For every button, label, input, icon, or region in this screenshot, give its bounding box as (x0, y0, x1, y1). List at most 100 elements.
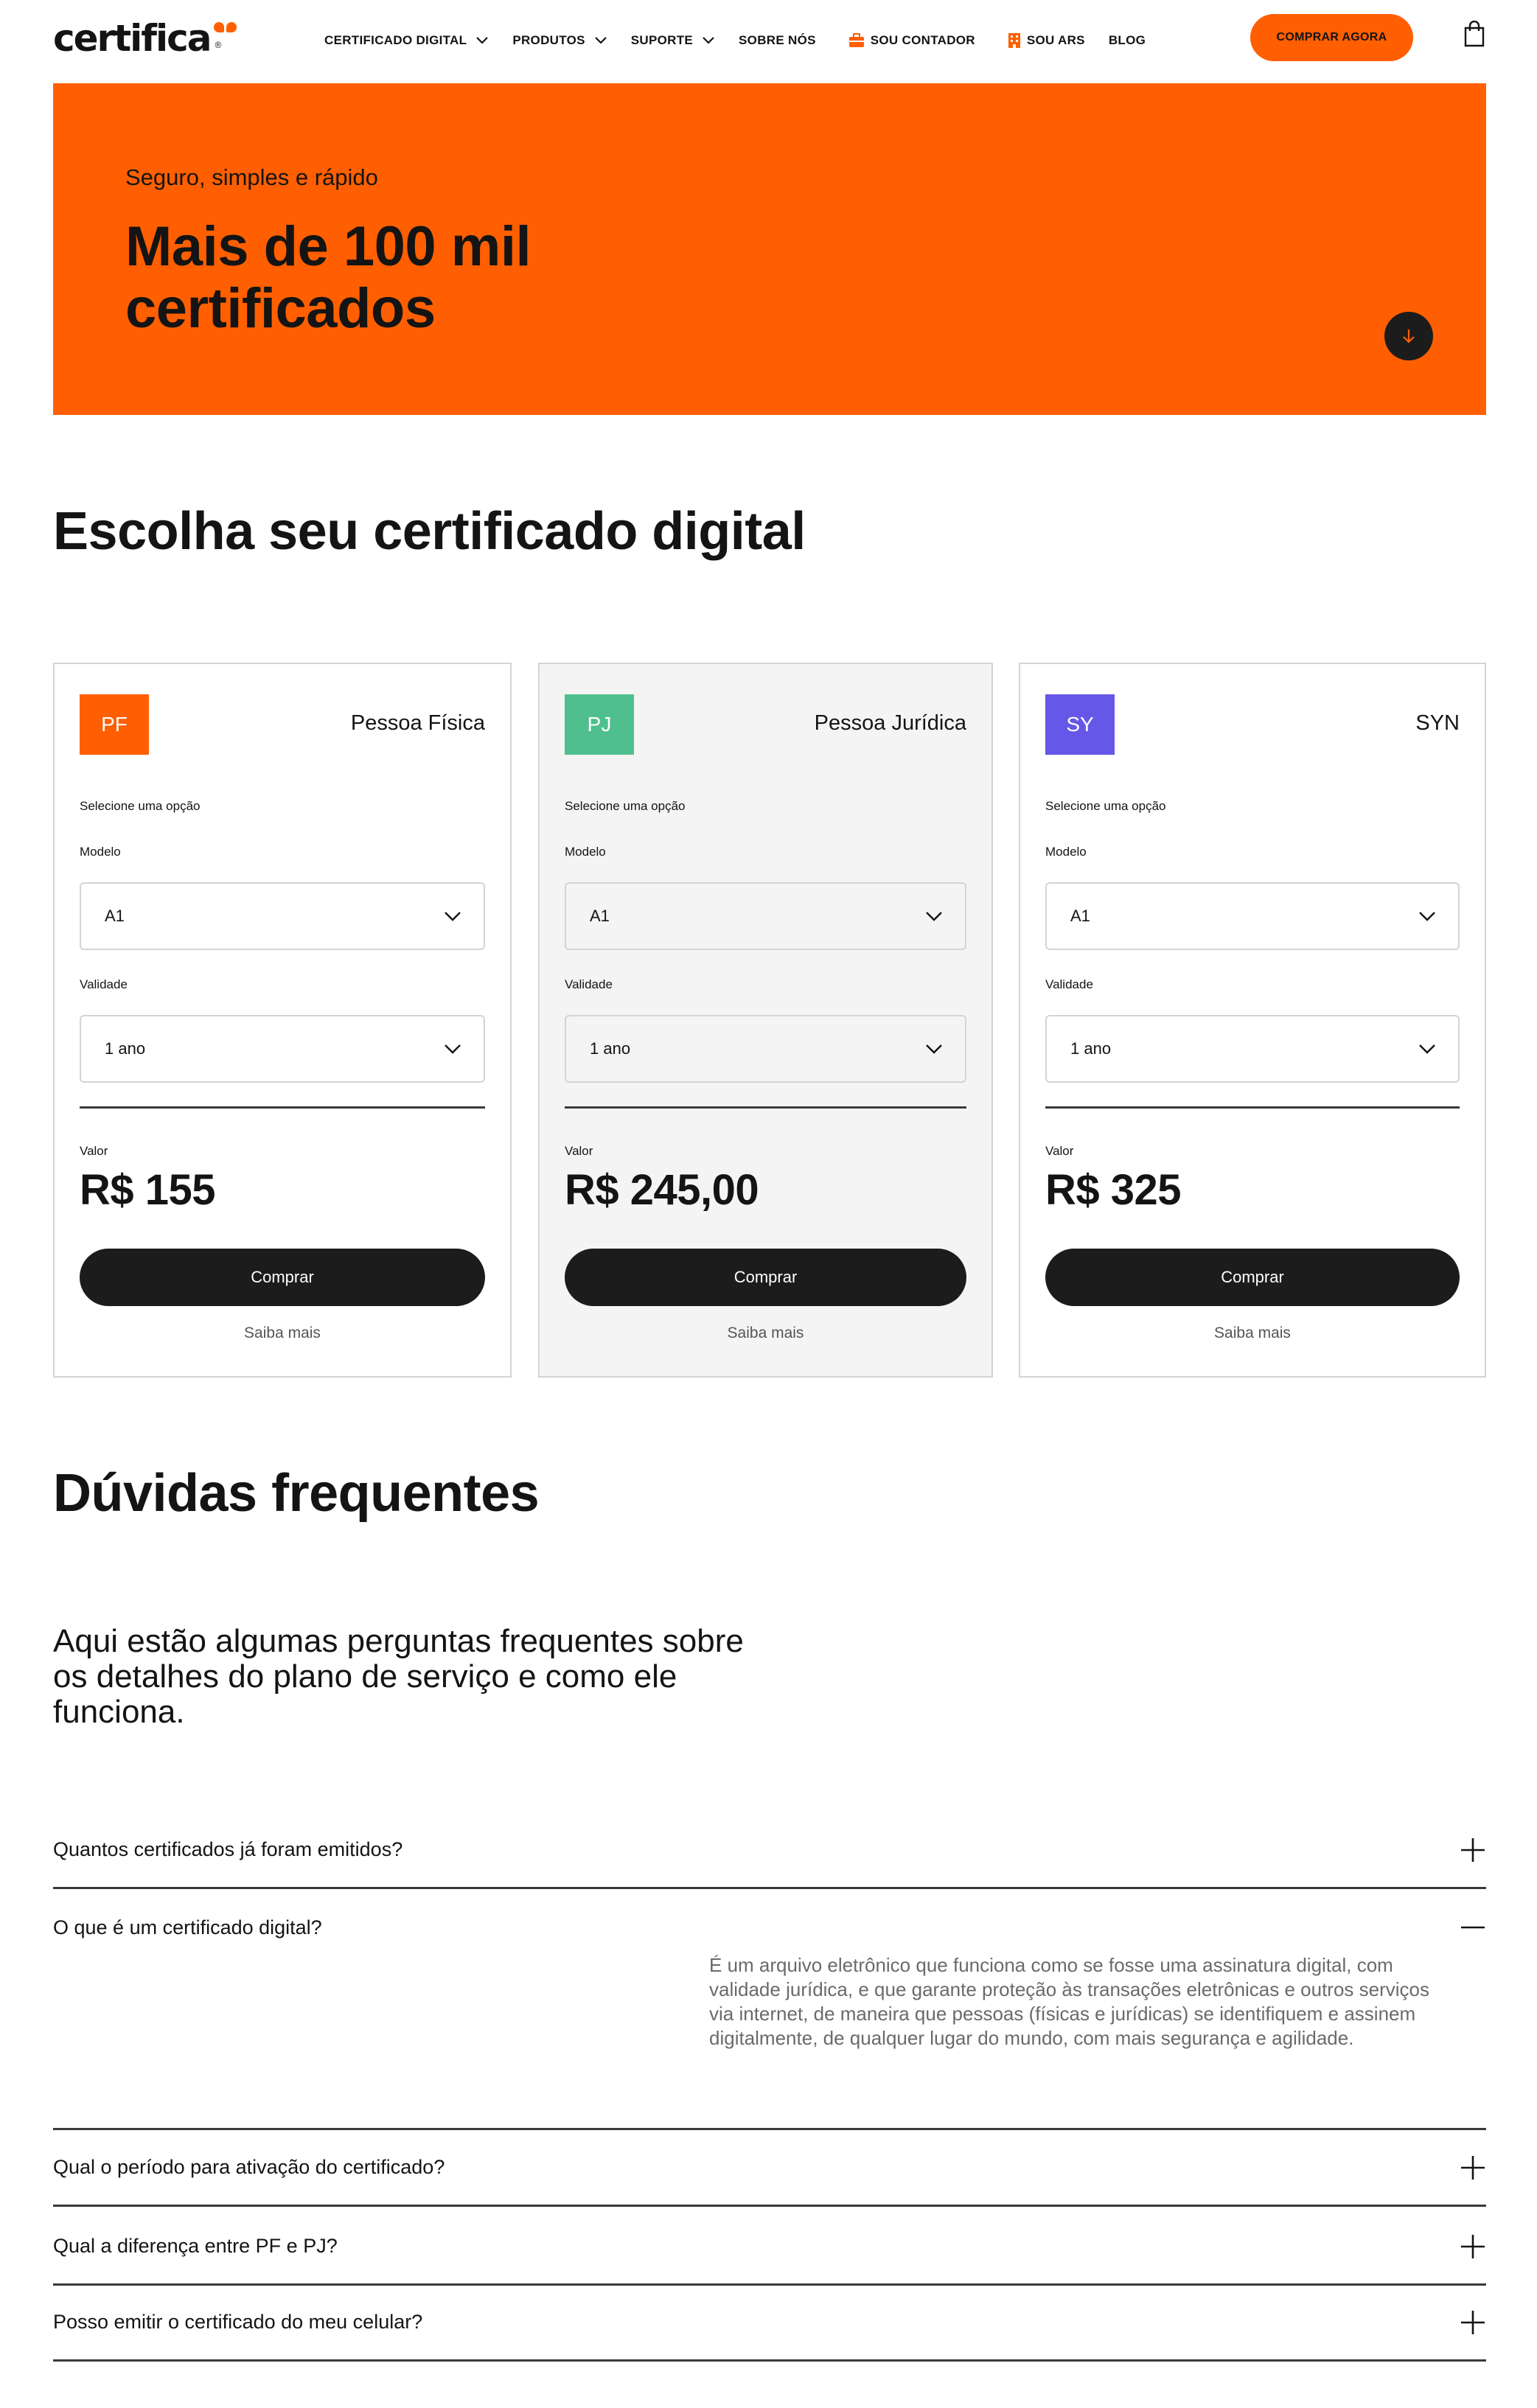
main-nav: CERTIFICADO DIGITAL PRODUTOS SUPORTE SOB… (324, 29, 1169, 52)
plan-name: SYN (1415, 711, 1460, 735)
plan-card-pj: PJ Pessoa Jurídica Selecione uma opção M… (538, 663, 993, 1378)
faq-answer: É um arquivo eletrônico que funciona com… (709, 1954, 1430, 2049)
plus-icon[interactable] (1460, 2233, 1486, 2260)
divider (80, 1106, 485, 1109)
comprar-button[interactable]: Comprar (565, 1249, 966, 1306)
model-label: Modelo (565, 845, 606, 859)
nav-item-label: SOBRE NÓS (739, 33, 816, 47)
chevron-down-icon (594, 37, 607, 44)
plan-badge: SY (1045, 694, 1115, 755)
hero-title: Mais de 100 mil certificados (125, 215, 531, 340)
saiba-mais-link[interactable]: Saiba mais (55, 1325, 510, 1342)
nav-item-sobre-nos[interactable]: SOBRE NÓS (739, 33, 816, 48)
plan-price: R$ 325 (1045, 1166, 1182, 1214)
plan-badge: PF (80, 694, 149, 755)
nav-item-sou-contador[interactable]: SOU CONTADOR (840, 33, 975, 48)
validity-label: Validade (565, 977, 613, 991)
logo-wordmark: certifica (53, 17, 212, 60)
faq-section-title: Dúvidas frequentes (53, 1464, 540, 1523)
logo-mark-icon: ® (213, 22, 239, 50)
nav-item-label: CERTIFICADO DIGITAL (324, 33, 467, 47)
faq-item[interactable]: Qual o período para ativação do certific… (53, 2130, 1486, 2207)
chevron-down-icon (1419, 1044, 1435, 1054)
faq-question: Qual o período para ativação do certific… (53, 2156, 445, 2178)
saiba-mais-link[interactable]: Saiba mais (540, 1325, 991, 1342)
validity-select-value: 1 ano (105, 1039, 146, 1058)
nav-item-label: SUPORTE (630, 33, 694, 47)
chevron-down-icon (926, 912, 942, 921)
validity-select[interactable]: 1 ano (1045, 1015, 1460, 1083)
comprar-agora-button[interactable]: COMPRAR AGORA (1250, 14, 1413, 61)
faq-question: Qual a diferença entre PF e PJ? (53, 2235, 338, 2257)
validity-select-value: 1 ano (1070, 1039, 1112, 1058)
plan-badge: PJ (565, 694, 634, 755)
validity-label: Validade (1045, 977, 1093, 991)
plan-price: R$ 245,00 (565, 1166, 759, 1214)
value-label: Valor (565, 1144, 593, 1158)
divider (565, 1106, 966, 1109)
saiba-mais-link[interactable]: Saiba mais (1020, 1325, 1485, 1342)
nav-item-produtos[interactable]: PRODUTOS (512, 33, 607, 48)
chevron-down-icon (445, 912, 461, 921)
comprar-button[interactable]: Comprar (80, 1249, 485, 1306)
plus-icon[interactable] (1460, 2154, 1486, 2181)
model-select[interactable]: A1 (565, 882, 966, 950)
model-label: Modelo (80, 845, 121, 859)
model-select-value: A1 (1070, 907, 1090, 925)
value-label: Valor (80, 1144, 108, 1158)
nav-item-label: SOU ARS (1026, 33, 1085, 47)
select-option-label: Selecione uma opção (565, 799, 686, 813)
chevron-down-icon (1419, 912, 1435, 921)
chevron-down-icon (926, 1044, 942, 1054)
plus-icon[interactable] (1460, 2309, 1486, 2336)
value-label: Valor (1045, 1144, 1074, 1158)
plus-icon[interactable] (1460, 1837, 1486, 1863)
plan-card-syn: SY SYN Selecione uma opção Modelo A1 Val… (1019, 663, 1486, 1378)
minus-icon[interactable] (1460, 1914, 1486, 1941)
plan-card-pf: PF Pessoa Física Selecione uma opção Mod… (53, 663, 512, 1378)
validity-select-value: 1 ano (590, 1039, 631, 1058)
chevron-down-icon (445, 1044, 461, 1054)
nav-item-certificado-digital[interactable]: CERTIFICADO DIGITAL (324, 33, 489, 48)
nav-item-label: PRODUTOS (512, 33, 585, 47)
nav-item-label: BLOG (1108, 33, 1146, 47)
validity-select[interactable]: 1 ano (565, 1015, 966, 1083)
choose-section-title: Escolha seu certificado digital (53, 502, 806, 561)
model-select-value: A1 (105, 907, 125, 925)
nav-item-suporte[interactable]: SUPORTE (631, 33, 715, 48)
site-header: certifica ® CERTIFICADO DIGITAL PRODUTOS… (0, 0, 1537, 81)
model-label: Modelo (1045, 845, 1087, 859)
validity-label: Validade (80, 977, 128, 991)
comprar-button[interactable]: Comprar (1045, 1249, 1460, 1306)
plan-price: R$ 155 (80, 1166, 216, 1214)
nav-item-blog[interactable]: BLOG (1109, 33, 1146, 48)
faq-question: O que é um certificado digital? (53, 1916, 322, 1938)
briefcase-icon (848, 33, 864, 47)
select-option-label: Selecione uma opção (1045, 799, 1166, 813)
plan-name: Pessoa Física (350, 711, 485, 735)
model-select[interactable]: A1 (80, 882, 485, 950)
scroll-down-button[interactable] (1384, 312, 1433, 360)
select-option-label: Selecione uma opção (80, 799, 201, 813)
faq-question: Quantos certificados já foram emitidos? (53, 1838, 403, 1860)
validity-select[interactable]: 1 ano (80, 1015, 485, 1083)
nav-item-sou-ars[interactable]: SOU ARS (999, 32, 1085, 49)
building-icon (1008, 33, 1020, 48)
faq-item[interactable]: Qual a diferença entre PF e PJ? (53, 2209, 1486, 2286)
faq-question: Posso emitir o certificado do meu celula… (53, 2311, 423, 2333)
nav-item-label: SOU CONTADOR (870, 33, 975, 47)
shopping-bag-icon[interactable] (1463, 20, 1485, 51)
chevron-down-icon (703, 37, 714, 44)
faq-intro: Aqui estão algumas perguntas frequentes … (53, 1623, 744, 1730)
arrow-down-icon (1403, 329, 1415, 343)
plan-name: Pessoa Jurídica (814, 711, 966, 735)
model-select-value: A1 (590, 907, 610, 925)
hero-subtitle: Seguro, simples e rápido (125, 164, 378, 190)
hero-banner: Seguro, simples e rápido Mais de 100 mil… (53, 83, 1486, 415)
faq-item[interactable]: Quantos certificados já foram emitidos? (53, 1812, 1486, 1889)
faq-item[interactable]: Posso emitir o certificado do meu celula… (53, 2285, 1486, 2362)
model-select[interactable]: A1 (1045, 882, 1460, 950)
chevron-down-icon (476, 37, 489, 44)
divider (1045, 1106, 1460, 1109)
logo[interactable]: certifica ® (53, 16, 239, 60)
